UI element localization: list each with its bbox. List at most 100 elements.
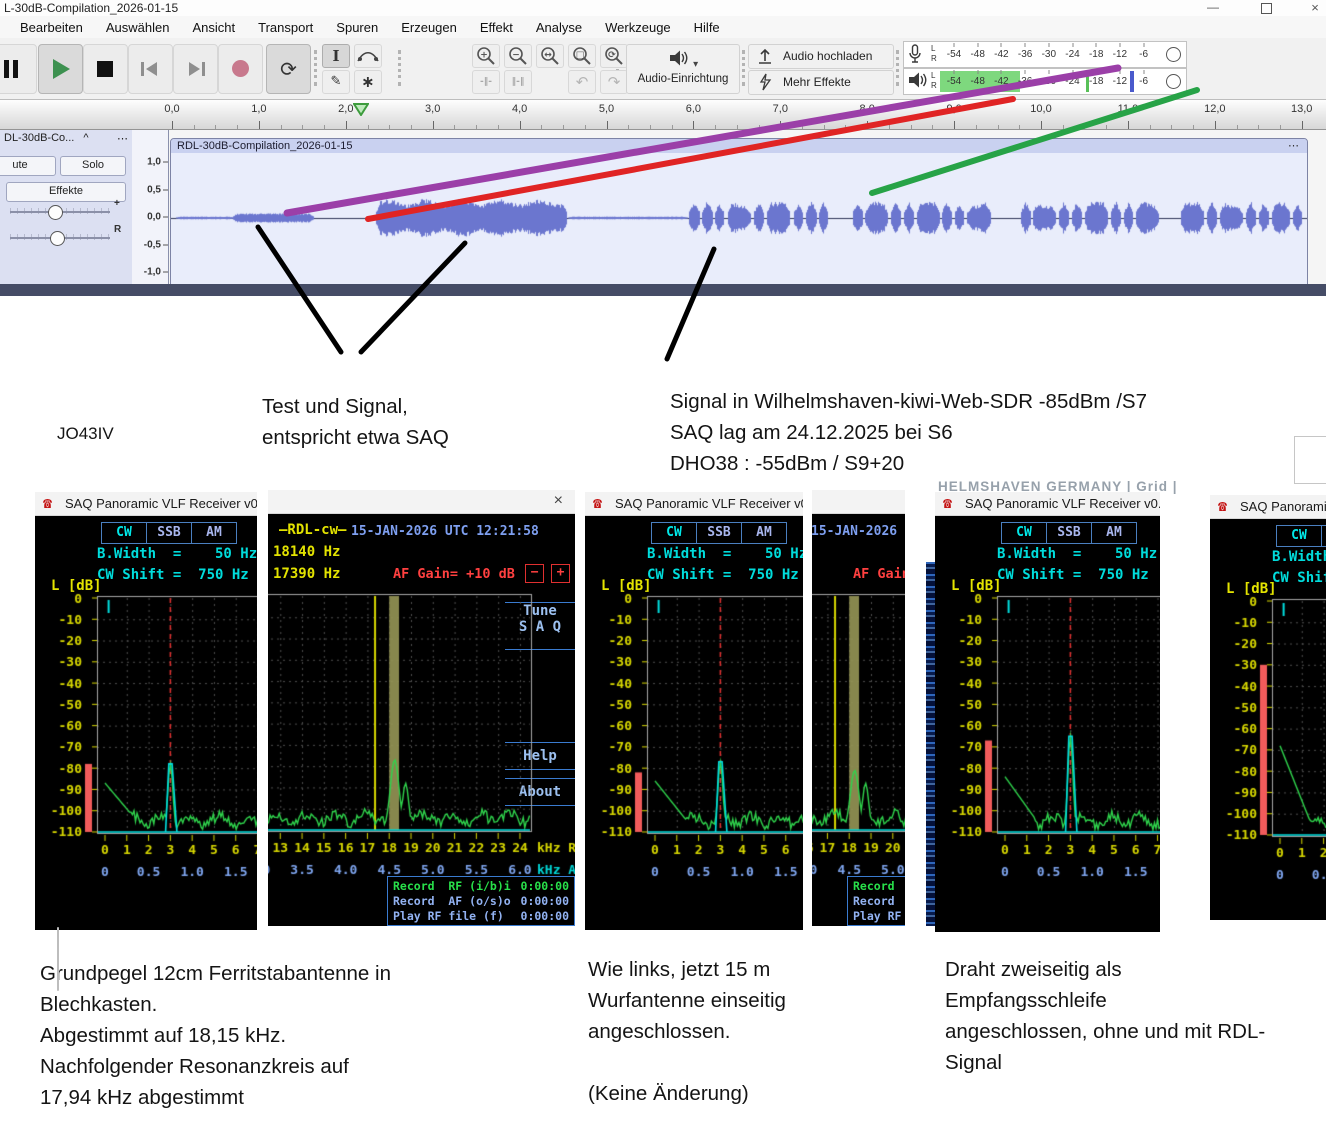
- loop-button[interactable]: ⟳: [266, 44, 311, 94]
- mode-cw-button[interactable]: CW: [1001, 522, 1047, 544]
- multi-tool-button[interactable]: ∗: [354, 70, 382, 94]
- meter-tick: [1096, 43, 1097, 47]
- clip-indicator-icon[interactable]: [1166, 47, 1181, 62]
- saq-title-bar[interactable]: ☎SAQ Panoramic VLF Receiver v0.98×: [1210, 495, 1326, 519]
- menu-effekt[interactable]: Effekt: [480, 20, 513, 35]
- saq-title-bar[interactable]: ☎SAQ Panoramic VLF Receiver v0.98×: [585, 492, 803, 516]
- mode-ssb-button[interactable]: SSB: [146, 522, 192, 544]
- selection-tool-button[interactable]: I: [322, 44, 350, 68]
- maximize-button[interactable]: [1248, 0, 1282, 15]
- playback-meter[interactable]: LR-54-48-42-36-30-24-18-12-6: [903, 68, 1187, 95]
- mode-cw-button[interactable]: CW: [101, 522, 147, 544]
- envelope-tool-button[interactable]: [354, 44, 382, 68]
- audio-clip[interactable]: RDL-30dB-Compilation_2026-01-15 ⋯: [170, 138, 1308, 286]
- record-button[interactable]: [218, 44, 263, 94]
- saq-title-bar[interactable]: ☎SAQ Panoramic VLF Receiver v0.98×: [268, 490, 575, 514]
- pan-slider-thumb[interactable]: [50, 231, 65, 246]
- toolbar-grip[interactable]: [398, 50, 401, 86]
- track-name: DL-30dB-Co...: [4, 132, 74, 144]
- waveform[interactable]: [171, 153, 1307, 283]
- menu-hilfe[interactable]: Hilfe: [694, 20, 720, 35]
- play-button[interactable]: [38, 44, 83, 94]
- undo-button[interactable]: ↶: [568, 70, 596, 94]
- af-gain-minus-button[interactable]: −: [525, 564, 544, 583]
- zoom-selection-button[interactable]: ↔: [536, 44, 564, 68]
- ruler-minor-tick: [976, 125, 977, 129]
- effects-button[interactable]: Effekte: [6, 182, 126, 202]
- gain-slider-thumb[interactable]: [48, 205, 63, 220]
- saq-title-bar[interactable]: ☎SAQ Panoramic VLF Receiver v0.98×: [35, 492, 257, 516]
- cw-shift-readout: CW Shift = 750 Hz: [647, 567, 799, 583]
- mute-button[interactable]: ute: [0, 156, 56, 176]
- mode-cw-button[interactable]: CW: [1276, 525, 1322, 547]
- menu-transport[interactable]: Transport: [258, 20, 313, 35]
- mode-am-button[interactable]: AM: [191, 522, 237, 544]
- trim-outside-button[interactable]: -‖-: [472, 70, 500, 94]
- audio-setup-button[interactable]: ▾Audio-Einrichtung: [626, 44, 740, 94]
- saq-title-bar[interactable]: ☎SAQ Panoramic VLF Receiver v0.98×: [812, 490, 905, 514]
- vscale-tick: [163, 189, 168, 190]
- track-header[interactable]: DL-30dB-Co... ^ ⋯: [4, 132, 128, 147]
- zoom-toggle-button[interactable]: ⟳: [600, 44, 628, 68]
- mode-cw-button[interactable]: CW: [651, 522, 697, 544]
- mode-ssb-button[interactable]: SSB: [1321, 525, 1326, 547]
- saq-title-bar[interactable]: ☎SAQ Panoramic VLF Receiver v0.98×: [935, 492, 1160, 516]
- scrollbar-fragment[interactable]: [1294, 436, 1326, 484]
- zoom-in-button[interactable]: +: [472, 44, 500, 68]
- menu-analyse[interactable]: Analyse: [536, 20, 582, 35]
- pause-button[interactable]: [0, 44, 37, 94]
- toolbar-grip[interactable]: [896, 50, 899, 86]
- vscale-value: -1,0: [144, 267, 161, 278]
- skip-start-button[interactable]: [128, 44, 173, 94]
- play-position-marker-icon[interactable]: [353, 103, 369, 116]
- record-row: Record AF (o/s)o0:00:00: [853, 894, 905, 909]
- draw-tool-button[interactable]: ✎: [322, 70, 350, 94]
- toolbar-grip[interactable]: [314, 50, 317, 86]
- mode-buttons: CWSSBAM: [1276, 525, 1326, 547]
- menu-auswhlen[interactable]: Auswählen: [106, 20, 170, 35]
- collapse-icon[interactable]: ^: [83, 132, 88, 144]
- menu-erzeugen[interactable]: Erzeugen: [401, 20, 457, 35]
- menu-werkzeuge[interactable]: Werkzeuge: [605, 20, 671, 35]
- meter-scale-value: -6: [1139, 49, 1148, 60]
- mode-am-button[interactable]: AM: [741, 522, 787, 544]
- more-effects-button[interactable]: Mehr Effekte: [748, 70, 894, 95]
- meter-right-label: R: [931, 82, 937, 90]
- bandwidth-readout: B.Width = 50 Hz: [997, 546, 1157, 562]
- caption-loop-antenna: Draht zweiseitig als Empfangsschleife an…: [945, 954, 1326, 1078]
- ruler-minor-tick: [194, 125, 195, 129]
- silence-selection-button[interactable]: ‖-‖: [504, 70, 532, 94]
- horizontal-scrollbar-area[interactable]: [0, 284, 1326, 296]
- mode-ssb-button[interactable]: SSB: [1046, 522, 1092, 544]
- zoom-fit-button[interactable]: □: [568, 44, 596, 68]
- meter-tick: [1072, 70, 1073, 74]
- meter-scale-value: -30: [1042, 76, 1056, 87]
- ruler-label: 3,0: [425, 103, 440, 115]
- close-icon[interactable]: ×: [554, 492, 563, 510]
- timeline-ruler[interactable]: 0,01,02,03,04,05,06,07,08,09,010,011,012…: [0, 100, 1326, 130]
- clip-menu-icon[interactable]: ⋯: [1288, 139, 1299, 153]
- clip-indicator-icon[interactable]: [1166, 74, 1181, 89]
- stop-button[interactable]: [83, 44, 128, 94]
- upload-audio-button[interactable]: Audio hochladen: [748, 44, 894, 69]
- ruler-minor-tick: [650, 125, 651, 129]
- af-gain-readout: AF Gain= +10 dB: [393, 566, 515, 582]
- track-menu-icon[interactable]: ⋯: [117, 132, 128, 145]
- menu-spuren[interactable]: Spuren: [336, 20, 378, 35]
- af-gain-plus-button[interactable]: +: [551, 564, 570, 583]
- solo-button[interactable]: Solo: [60, 156, 126, 176]
- clip-header[interactable]: RDL-30dB-Compilation_2026-01-15 ⋯: [171, 139, 1307, 153]
- minimize-button[interactable]: —: [1196, 0, 1230, 15]
- toolbar-grip[interactable]: [742, 50, 745, 86]
- close-button[interactable]: ×: [1298, 0, 1326, 15]
- menu-ansicht[interactable]: Ansicht: [193, 20, 236, 35]
- meter-tick: [1119, 43, 1120, 47]
- saq-window-5-frame: ☎SAQ Panoramic VLF Receiver v0.98× CWSSBA…: [935, 492, 1160, 932]
- redo-button[interactable]: ↷: [600, 70, 628, 94]
- menu-bearbeiten[interactable]: Bearbeiten: [20, 20, 83, 35]
- mode-am-button[interactable]: AM: [1091, 522, 1137, 544]
- mode-ssb-button[interactable]: SSB: [696, 522, 742, 544]
- recording-meter[interactable]: LR-54-48-42-36-30-24-18-12-6: [903, 41, 1187, 68]
- zoom-out-button[interactable]: −: [504, 44, 532, 68]
- skip-end-button[interactable]: [173, 44, 218, 94]
